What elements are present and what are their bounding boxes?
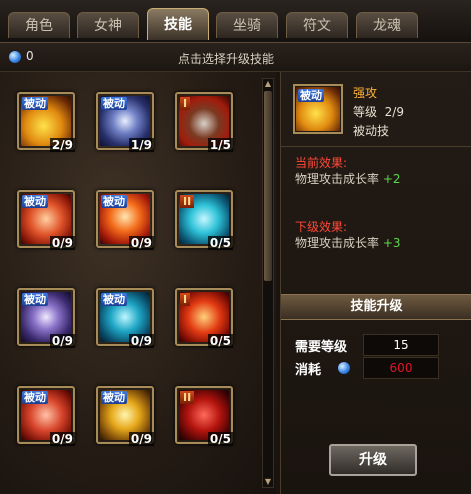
selected-skill-icon: 被动 xyxy=(293,84,343,134)
skill-level: 等级 2/9 xyxy=(353,105,404,119)
rank-tag: II xyxy=(180,391,195,404)
required-level-label: 需要等级 xyxy=(295,340,348,355)
tab-dragon-soul[interactable]: 龙魂 xyxy=(356,12,418,38)
rank-tag: I xyxy=(180,293,191,306)
tab-mount[interactable]: 坐骑 xyxy=(216,12,278,38)
skill-level-badge: 0/5 xyxy=(207,432,233,446)
tab-skills[interactable]: 技能 xyxy=(147,8,209,40)
scroll-thumb[interactable] xyxy=(264,91,272,281)
tab-bar: 角色 女神 技能 坐骑 符文 龙魂 xyxy=(0,0,471,43)
skill-slot[interactable]: I 0/5 xyxy=(175,288,233,348)
next-effect-text: 物理攻击成长率 +3 xyxy=(295,236,401,250)
skill-slot[interactable]: I 1/5 xyxy=(175,92,233,152)
skill-slot[interactable]: 被动 1/9 xyxy=(96,92,154,152)
skill-level-badge: 0/9 xyxy=(128,334,154,348)
skill-level-badge: 0/9 xyxy=(49,334,75,348)
skill-slot[interactable]: 被动 0/9 xyxy=(96,190,154,250)
cost-value: 600 xyxy=(363,357,439,379)
upgrade-button[interactable]: 升级 xyxy=(329,444,417,476)
required-level-value: 15 xyxy=(363,334,439,356)
tab-rune[interactable]: 符文 xyxy=(286,12,348,38)
skill-slot[interactable]: 被动 0/9 xyxy=(96,288,154,348)
next-effect-title: 下级效果: xyxy=(295,220,348,234)
upgrade-section-header: 技能升级 xyxy=(281,294,471,320)
rank-tag: I xyxy=(180,97,191,110)
skill-slot[interactable]: II 0/5 xyxy=(175,190,233,250)
skill-slot[interactable]: 被动 0/9 xyxy=(17,190,75,250)
skill-type: 被动技 xyxy=(353,124,390,138)
tab-goddess[interactable]: 女神 xyxy=(77,12,139,38)
passive-tag: 被动 xyxy=(298,89,324,102)
cost-label: 消耗 xyxy=(295,363,322,378)
skill-point-balance: 0 xyxy=(26,49,34,63)
passive-tag: 被动 xyxy=(101,391,127,404)
passive-tag: 被动 xyxy=(22,391,48,404)
scroll-up-arrow-icon[interactable]: ▲ xyxy=(263,79,273,89)
skill-header: 0 点击选择升级技能 xyxy=(0,43,471,72)
passive-tag: 被动 xyxy=(101,293,127,306)
skill-slot[interactable]: 被动 2/9 xyxy=(17,92,75,152)
skill-slot[interactable]: II 0/5 xyxy=(175,386,233,446)
passive-tag: 被动 xyxy=(101,195,127,208)
skill-level-badge: 1/5 xyxy=(207,138,233,152)
skill-level-badge: 0/5 xyxy=(207,236,233,250)
rank-tag: II xyxy=(180,195,195,208)
skill-level-badge: 0/5 xyxy=(207,334,233,348)
skill-grid: 被动 2/9 被动 1/9 I 1/5 被动 0/9 被动 0/9 II 0/5 被动 0/9 被动 0/9 I… xyxy=(0,72,276,494)
skill-slot[interactable]: 被动 0/9 xyxy=(17,288,75,348)
skill-slot[interactable]: 被动 0/9 xyxy=(96,386,154,446)
skill-level-badge: 0/9 xyxy=(49,432,75,446)
current-effect-title: 当前效果: xyxy=(295,156,348,170)
skill-level-badge: 0/9 xyxy=(128,432,154,446)
skill-level-badge: 1/9 xyxy=(128,138,154,152)
cost-orb-icon xyxy=(338,362,350,374)
skill-slot[interactable]: 被动 0/9 xyxy=(17,386,75,446)
select-skill-hint: 点击选择升级技能 xyxy=(178,52,275,66)
tab-character[interactable]: 角色 xyxy=(8,12,70,38)
skill-level-badge: 2/9 xyxy=(49,138,75,152)
current-effect-text: 物理攻击成长率 +2 xyxy=(295,172,401,186)
skill-detail-panel: 被动 强攻 等级 2/9 被动技 当前效果: 物理攻击成长率 +2 下级效果: … xyxy=(280,72,471,494)
passive-tag: 被动 xyxy=(22,97,48,110)
skill-level-badge: 0/9 xyxy=(128,236,154,250)
passive-tag: 被动 xyxy=(22,293,48,306)
skill-point-orb-icon xyxy=(9,51,21,63)
skill-list-scrollbar[interactable]: ▲ ▼ xyxy=(262,78,274,488)
scroll-down-arrow-icon[interactable]: ▼ xyxy=(263,477,273,487)
skill-name: 强攻 xyxy=(353,86,378,100)
passive-tag: 被动 xyxy=(22,195,48,208)
passive-tag: 被动 xyxy=(101,97,127,110)
skill-level-badge: 0/9 xyxy=(49,236,75,250)
divider xyxy=(281,146,471,147)
